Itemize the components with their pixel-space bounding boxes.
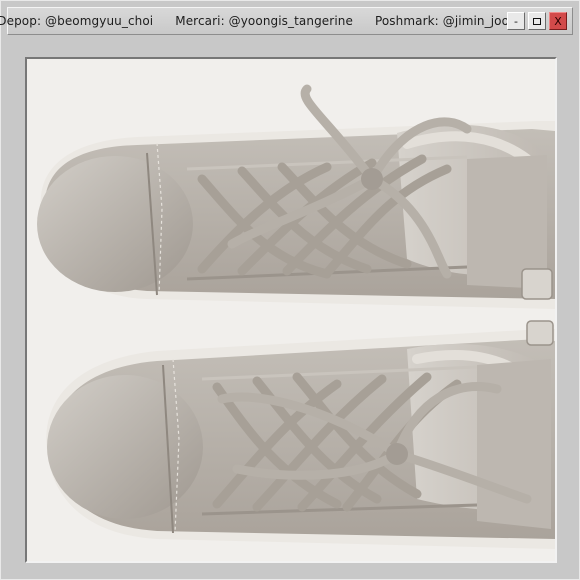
photo-frame	[25, 57, 557, 563]
app-window: Depop: @beomgyuu_choi Mercari: @yoongis_…	[0, 0, 580, 580]
window-title: Depop: @beomgyuu_choi Mercari: @yoongis_…	[0, 8, 517, 34]
minimize-button[interactable]: -	[507, 12, 525, 30]
title-bar[interactable]: Depop: @beomgyuu_choi Mercari: @yoongis_…	[0, 7, 573, 35]
maximize-icon	[533, 17, 541, 25]
title-poshmark: Poshmark: @jimin_joon	[374, 14, 517, 28]
sneakers-photo	[27, 59, 555, 561]
title-mercari: Mercari: @yoongis_tangerine	[175, 14, 353, 28]
close-icon: X	[554, 14, 562, 28]
minimize-icon: -	[514, 14, 518, 28]
maximize-button[interactable]	[528, 12, 546, 30]
title-depop: Depop: @beomgyuu_choi	[0, 14, 154, 28]
close-button[interactable]: X	[549, 12, 567, 30]
